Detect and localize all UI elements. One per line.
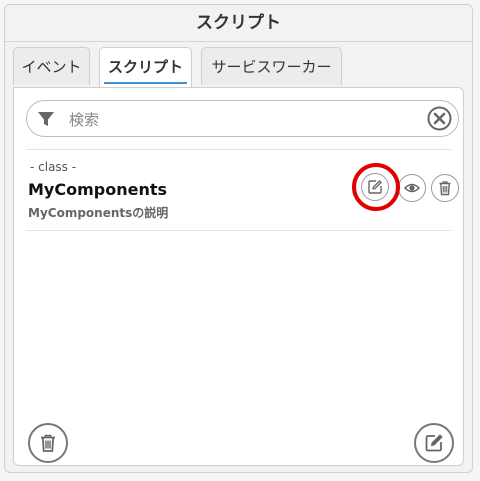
close-circle-icon[interactable] [427, 106, 452, 131]
item-type-label: - class - [30, 160, 77, 174]
tab-scripts[interactable]: スクリプト [99, 47, 192, 87]
view-button[interactable] [398, 174, 426, 202]
trash-icon [41, 434, 55, 452]
scripts-panel: スクリプト イベント スクリプト サービスワーカー - class - MyCo… [4, 4, 473, 473]
search-box [26, 100, 459, 137]
search-input[interactable] [67, 105, 411, 134]
eye-icon [404, 183, 420, 193]
delete-button[interactable] [431, 174, 459, 202]
tab-events[interactable]: イベント [13, 47, 90, 85]
list-item: - class - MyComponents MyComponentsの説明 [26, 150, 459, 230]
list-divider-bottom [26, 230, 451, 231]
filter-icon [38, 112, 54, 126]
new-script-button[interactable] [414, 423, 454, 463]
tab-content: - class - MyComponents MyComponentsの説明 [13, 87, 464, 466]
trash-icon [439, 181, 451, 196]
tab-service-workers[interactable]: サービスワーカー [201, 47, 342, 85]
edit-icon [425, 434, 443, 452]
item-description: MyComponentsの説明 [28, 206, 169, 220]
edit-button[interactable] [361, 173, 389, 201]
panel-title: スクリプト [5, 5, 472, 42]
item-name: MyComponents [28, 180, 168, 199]
delete-all-button[interactable] [28, 423, 68, 463]
tab-bar: イベント スクリプト サービスワーカー [13, 47, 464, 87]
edit-icon [368, 180, 382, 194]
